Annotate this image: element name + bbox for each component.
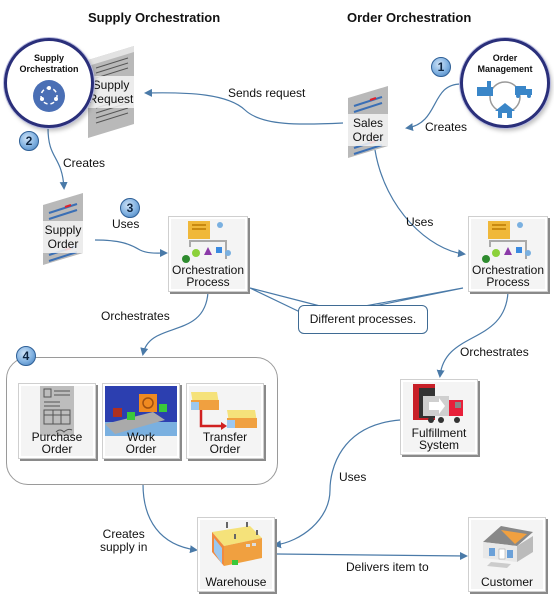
step-badge-2: 2 — [19, 131, 39, 151]
label-uses-right: Uses — [406, 215, 434, 229]
sales-order-document[interactable]: Sales Order — [348, 86, 388, 158]
label-sends-request: Sends request — [228, 86, 306, 100]
order-management-title-line1: Order — [492, 53, 518, 63]
sales-order-line1: Sales — [352, 116, 384, 130]
orchestration-process-right-line2: Process — [486, 275, 530, 289]
edge-uses-right — [374, 149, 466, 258]
warehouse-label: Warehouse — [205, 575, 267, 589]
edge-creates-supply-order — [47, 127, 68, 190]
label-creates-supply-order: Creates — [63, 156, 106, 170]
supply-orchestration-title: Supply Orchestration — [7, 53, 91, 75]
purchase-order-line2: Order — [41, 442, 73, 456]
edge-orchestrates-right — [436, 291, 509, 378]
edge-uses-left — [94, 239, 168, 258]
supply-order-label: Supply Order — [43, 221, 83, 253]
orchestration-process-right-label: Orchestration Process — [469, 264, 547, 288]
supply-request-document[interactable]: Supply Request — [88, 46, 134, 138]
heading-order-orchestration: Order Orchestration — [347, 10, 472, 25]
fulfillment-system-label: Fulfillment System — [401, 427, 477, 451]
different-processes-callout: Different processes. — [298, 305, 428, 334]
fulfillment-system-tile[interactable]: Fulfillment System — [400, 379, 478, 455]
warehouse-transfer-icon — [191, 392, 257, 430]
sales-order-line2: Order — [352, 130, 384, 144]
work-order-label: Work Order — [103, 431, 179, 455]
edge-creates-supply-in — [142, 483, 198, 554]
step-badge-3: 3 — [120, 198, 140, 218]
label-orchestrates-right: Orchestrates — [460, 345, 529, 359]
order-management-title: Order Management — [463, 53, 547, 75]
label-delivers-item-to: Delivers item to — [346, 560, 429, 574]
process-flow-icon — [182, 221, 231, 263]
work-order-line2: Order — [125, 442, 157, 456]
supply-order-document[interactable]: Supply Order — [43, 193, 83, 265]
sales-order-label: Sales Order — [348, 114, 388, 146]
factory-truck-home-icon — [477, 81, 532, 118]
order-management-title-line2: Management — [477, 64, 533, 74]
label-creates-supply-in: Creates supply in — [100, 528, 147, 554]
orchestration-process-left-label: Orchestration Process — [169, 264, 247, 288]
purchase-order-tile[interactable]: Purchase Order — [18, 383, 96, 459]
supply-request-line1: Supply — [92, 78, 130, 92]
factory-conveyor-icon — [105, 386, 177, 436]
edge-uses-fulfillment — [273, 419, 401, 549]
edge-delivers — [276, 551, 468, 560]
purchase-order-label: Purchase Order — [19, 431, 95, 455]
warehouse-tile[interactable]: Warehouse — [197, 517, 275, 592]
supply-order-line1: Supply — [44, 223, 82, 237]
truck-dock-icon — [413, 384, 463, 423]
order-management-node[interactable]: Order Management — [460, 38, 550, 128]
supply-request-line2: Request — [88, 92, 134, 106]
label-creates-supply-in-line2: supply in — [100, 540, 148, 554]
orchestration-process-left-tile[interactable]: Orchestration Process — [168, 216, 248, 292]
orchestration-process-left-line2: Process — [186, 275, 230, 289]
customer-tile[interactable]: Customer — [468, 517, 546, 592]
transfer-order-line2: Order — [209, 442, 241, 456]
step-badge-4: 4 — [16, 346, 36, 366]
supply-request-label: Supply Request — [88, 76, 134, 108]
label-orchestrates-left: Orchestrates — [101, 309, 170, 323]
supply-orchestration-node[interactable]: Supply Orchestration — [4, 38, 94, 128]
step-badge-1: 1 — [431, 57, 451, 77]
label-uses-fulfillment: Uses — [339, 470, 367, 484]
supply-orchestration-title-line1: Supply — [33, 53, 64, 63]
supply-order-line2: Order — [47, 237, 79, 251]
label-creates-sales-order: Creates — [425, 120, 468, 134]
label-uses-left: Uses — [112, 217, 140, 231]
edge-orchestrates-left — [140, 291, 209, 356]
orchestration-process-right-tile[interactable]: Orchestration Process — [468, 216, 548, 292]
transfer-order-label: Transfer Order — [187, 431, 263, 455]
house-icon — [483, 526, 533, 568]
heading-supply-orchestration: Supply Orchestration — [88, 10, 221, 25]
warehouse-icon — [212, 522, 262, 566]
customer-label: Customer — [480, 575, 533, 589]
work-order-tile[interactable]: Work Order — [102, 383, 180, 459]
transfer-order-tile[interactable]: Transfer Order — [186, 383, 264, 459]
process-flow-icon — [482, 221, 531, 263]
purchase-order-document-icon — [40, 386, 74, 436]
fulfillment-system-line2: System — [418, 438, 459, 452]
cycle-icon — [33, 80, 65, 112]
supply-orchestration-title-line2: Orchestration — [19, 64, 79, 74]
